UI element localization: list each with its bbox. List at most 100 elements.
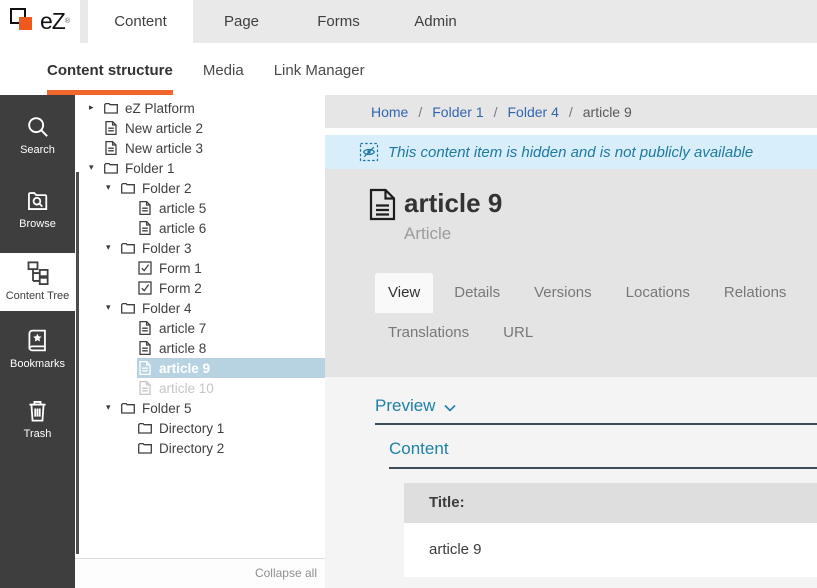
folder-icon <box>120 240 136 256</box>
tree-item-label: Directory 1 <box>159 421 224 436</box>
breadcrumb-link-home[interactable]: Home <box>371 104 408 120</box>
tree-scrollbar[interactable] <box>76 172 79 554</box>
breadcrumb-separator: / <box>569 104 573 120</box>
article-icon <box>137 380 153 396</box>
preview-label: Preview <box>375 396 435 416</box>
subnav-item-media[interactable]: Media <box>203 43 244 95</box>
tree-item-article-9[interactable]: article 9 <box>75 358 325 378</box>
form-icon <box>137 260 153 276</box>
tree-item-form-2[interactable]: Form 2 <box>75 278 325 298</box>
tree-item-label: article 9 <box>159 361 210 376</box>
tab-versions[interactable]: Versions <box>521 273 605 313</box>
content-tabs: ViewDetailsVersionsLocationsRelations Tr… <box>375 273 817 353</box>
tree-item-label: Form 2 <box>159 281 202 296</box>
tree-item-new-article-3[interactable]: New article 3 <box>75 138 325 158</box>
top-tab-forms[interactable]: Forms <box>290 0 387 43</box>
tree-item-label: article 6 <box>159 221 206 236</box>
tree-item-label: Directory 2 <box>159 441 224 456</box>
registered-mark: ® <box>65 18 70 25</box>
breadcrumb-separator: / <box>494 104 498 120</box>
folder-icon <box>103 160 119 176</box>
folder-icon <box>120 300 136 316</box>
tree-item-label: Folder 2 <box>142 181 192 196</box>
subnav-item-link-manager[interactable]: Link Manager <box>274 43 365 95</box>
breadcrumb: Home / Folder 1 / Folder 4 / article 9 <box>325 95 817 128</box>
tab-translations[interactable]: Translations <box>375 313 482 353</box>
preview-section-toggle[interactable]: Preview <box>375 394 817 417</box>
top-tab-page[interactable]: Page <box>193 0 290 43</box>
tree-item-form-1[interactable]: Form 1 <box>75 258 325 278</box>
breadcrumb-link-folder-1[interactable]: Folder 1 <box>432 104 483 120</box>
chevron-down-icon <box>444 397 456 417</box>
tree-item-label: Folder 1 <box>125 161 175 176</box>
ez-logo-icon <box>10 8 37 35</box>
subnav-item-content-structure[interactable]: Content structure <box>47 43 173 95</box>
title-field: Title: article 9 <box>404 483 817 577</box>
content-header-area: article 9 Article ViewDetailsVersionsLoc… <box>325 169 817 377</box>
top-bar: eZ® ContentPageFormsAdmin <box>0 0 817 43</box>
tree-item-folder-2[interactable]: ▾ Folder 2 <box>75 178 325 198</box>
form-icon <box>137 280 153 296</box>
tree-expanded-arrow-icon[interactable]: ▾ <box>106 183 120 193</box>
content-tree-list: ▸eZ PlatformNew article 2New article 3▾F… <box>75 95 325 458</box>
tree-item-folder-5[interactable]: ▾Folder 5 <box>75 398 325 418</box>
collapse-all-button[interactable]: Collapse all <box>75 558 325 588</box>
tree-expanded-arrow-icon[interactable]: ▾ <box>106 243 120 253</box>
tree-item-folder-3[interactable]: ▾Folder 3 <box>75 238 325 258</box>
trash-icon <box>24 397 51 424</box>
article-icon <box>137 360 153 376</box>
tree-item-label: New article 3 <box>125 141 203 156</box>
tab-url[interactable]: URL <box>490 313 546 353</box>
breadcrumb-current-article-9: article 9 <box>583 104 632 120</box>
top-tab-content[interactable]: Content <box>88 0 193 43</box>
tree-item-directory-2[interactable]: Directory 2 <box>75 438 325 458</box>
article-icon <box>137 200 153 216</box>
folder-icon <box>103 100 119 116</box>
folder-icon <box>137 420 153 436</box>
top-tab-admin[interactable]: Admin <box>387 0 484 43</box>
article-icon <box>137 340 153 356</box>
tree-item-folder-4[interactable]: ▾ Folder 4 <box>75 298 325 318</box>
sidebar-item-browse[interactable]: Browse <box>0 183 75 247</box>
tree-item-ez-platform[interactable]: ▸eZ Platform <box>75 98 325 118</box>
tree-item-directory-1[interactable]: Directory 1 <box>75 418 325 438</box>
tree-item-label: Folder 4 <box>142 301 192 316</box>
content-tree-panel: ▸eZ PlatformNew article 2New article 3▾F… <box>75 95 325 588</box>
breadcrumb-separator: / <box>418 104 422 120</box>
tree-item-label: New article 2 <box>125 121 203 136</box>
ez-logo[interactable]: eZ® <box>0 0 80 43</box>
breadcrumb-link-folder-4[interactable]: Folder 4 <box>508 104 559 120</box>
sidebar-item-label: Trash <box>0 428 75 440</box>
ez-logo-text: eZ <box>40 8 65 35</box>
sidebar-item-bookmarks[interactable]: Bookmarks <box>0 323 75 387</box>
tree-item-article-6[interactable]: article 6 <box>75 218 325 238</box>
tree-item-article-8[interactable]: article 8 <box>75 338 325 358</box>
sidebar-item-content-tree[interactable]: Content Tree <box>0 253 75 311</box>
tree-expanded-arrow-icon[interactable]: ▾ <box>89 163 103 173</box>
tab-locations[interactable]: Locations <box>613 273 703 313</box>
tab-view[interactable]: View <box>375 273 433 313</box>
tree-item-article-5[interactable]: article 5 <box>75 198 325 218</box>
article-icon <box>103 120 119 136</box>
tree-collapsed-arrow-icon[interactable]: ▸ <box>89 103 103 113</box>
tree-item-article-7[interactable]: article 7 <box>75 318 325 338</box>
tree-item-article-10[interactable]: article 10 <box>75 378 325 398</box>
browse-icon <box>24 187 51 214</box>
tree-expanded-arrow-icon[interactable]: ▾ <box>106 403 120 413</box>
content-section-label: Content <box>389 439 449 459</box>
hidden-eye-icon <box>359 142 379 162</box>
tree-item-label: article 7 <box>159 321 206 336</box>
tree-item-label: article 5 <box>159 201 206 216</box>
tree-item-label: article 8 <box>159 341 206 356</box>
article-icon <box>137 320 153 336</box>
tab-details[interactable]: Details <box>441 273 513 313</box>
left-sidebar: Search Browse Content Tree Bookmarks Trash <box>0 95 75 588</box>
tree-expanded-arrow-icon[interactable]: ▾ <box>106 303 120 313</box>
tree-item-new-article-2[interactable]: New article 2 <box>75 118 325 138</box>
main-content: Home/Folder 1/Folder 4/article 9 This co… <box>325 95 817 588</box>
tab-relations[interactable]: Relations <box>711 273 800 313</box>
field-value: article 9 <box>404 523 817 577</box>
sidebar-item-trash[interactable]: Trash <box>0 393 75 457</box>
sidebar-item-search[interactable]: Search <box>0 109 75 173</box>
tree-item-folder-1[interactable]: ▾ Folder 1 <box>75 158 325 178</box>
